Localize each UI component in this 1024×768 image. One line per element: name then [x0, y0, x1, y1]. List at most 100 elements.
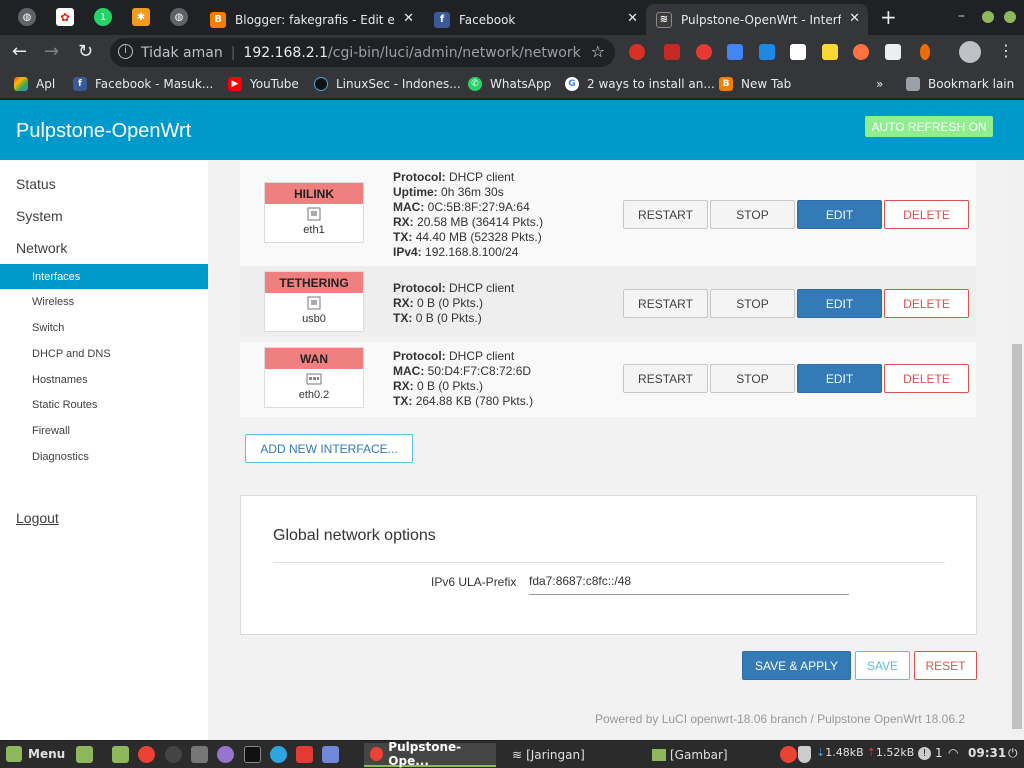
- power-icon[interactable]: ⏻: [1008, 746, 1018, 761]
- save-apply-button[interactable]: SAVE & APPLY: [742, 651, 851, 680]
- clock[interactable]: 09:31: [968, 746, 1006, 760]
- back-icon[interactable]: ←: [12, 41, 27, 62]
- files-icon[interactable]: [112, 746, 129, 763]
- sidebar-item-status[interactable]: Status: [16, 176, 56, 192]
- avatar[interactable]: [959, 41, 981, 63]
- chrome-apps-icon[interactable]: ◍: [18, 8, 36, 26]
- delete-button[interactable]: DELETE: [884, 200, 969, 229]
- chrome-icon[interactable]: [138, 746, 155, 763]
- adblock-icon[interactable]: [629, 44, 645, 60]
- terminal-ghost-icon[interactable]: [191, 746, 208, 763]
- huawei-icon[interactable]: ✿: [56, 8, 74, 26]
- add-interface-button[interactable]: ADD NEW INTERFACE...: [245, 434, 413, 463]
- delete-button[interactable]: DELETE: [884, 364, 969, 393]
- new-tab-icon[interactable]: +: [880, 5, 897, 29]
- restart-button[interactable]: RESTART: [623, 200, 708, 229]
- edit-button[interactable]: EDIT: [797, 364, 882, 393]
- bookmark-linuxsec[interactable]: LinuxSec - Indones...: [314, 77, 461, 91]
- forward-icon[interactable]: →: [44, 41, 59, 62]
- tab-blogger[interactable]: B Blogger: fakegrafis - Edit ent ✕: [200, 4, 422, 35]
- save-button[interactable]: SAVE: [855, 651, 910, 680]
- auto-refresh-toggle[interactable]: AUTO REFRESH ON: [865, 116, 993, 137]
- ula-prefix-input[interactable]: fda7:8687:c8fc::/48: [529, 571, 849, 595]
- clipboard-icon[interactable]: [885, 44, 901, 60]
- flash-icon[interactable]: [664, 44, 680, 60]
- bookmark-youtube[interactable]: ▶ YouTube: [228, 77, 299, 91]
- scrollbar-thumb[interactable]: [1012, 344, 1022, 729]
- sidebar-item-hostnames[interactable]: Hostnames: [0, 367, 208, 392]
- stop-button[interactable]: STOP: [710, 289, 795, 318]
- task-network[interactable]: ≋ [Jaringan]: [506, 743, 636, 767]
- bookmark-apps[interactable]: Apl: [14, 77, 55, 91]
- tab-facebook[interactable]: f Facebook ✕: [424, 4, 646, 35]
- notifications[interactable]: ! 1: [918, 746, 943, 760]
- sidebar-item-diagnostics[interactable]: Diagnostics: [0, 444, 208, 469]
- game-icon[interactable]: [296, 746, 313, 763]
- delete-button[interactable]: DELETE: [884, 289, 969, 318]
- sidebar-item-system[interactable]: System: [16, 208, 63, 224]
- infinity-icon[interactable]: [853, 44, 869, 60]
- terminal-icon[interactable]: [244, 746, 261, 763]
- restart-button[interactable]: RESTART: [623, 364, 708, 393]
- font-icon[interactable]: [790, 44, 806, 60]
- minimize-icon[interactable]: –: [958, 8, 965, 24]
- page-scrollbar[interactable]: [1010, 160, 1024, 740]
- restart-button[interactable]: RESTART: [623, 289, 708, 318]
- opera-icon[interactable]: [696, 44, 712, 60]
- edit-button[interactable]: EDIT: [797, 200, 882, 229]
- whatsapp-icon[interactable]: 1: [94, 8, 112, 26]
- tab-pulpstone[interactable]: ≋ Pulpstone-OpenWrt - Interfa ✕: [646, 4, 868, 35]
- maximize-icon[interactable]: [982, 11, 994, 23]
- sidebar-item-interfaces[interactable]: Interfaces: [0, 264, 208, 289]
- stop-button[interactable]: STOP: [710, 364, 795, 393]
- star-icon[interactable]: ☆: [591, 42, 605, 61]
- other-bookmarks[interactable]: Bookmark lain: [906, 77, 1014, 91]
- info-value: DHCP client: [449, 281, 515, 295]
- telegram-icon[interactable]: [270, 746, 287, 763]
- close-icon[interactable]: ✕: [403, 11, 414, 26]
- menu-button[interactable]: Menu: [6, 746, 65, 762]
- sidebar-item-firewall[interactable]: Firewall: [0, 418, 208, 443]
- wifi-icon[interactable]: ◠: [948, 746, 958, 760]
- webcam-icon[interactable]: [217, 746, 234, 763]
- reload-icon[interactable]: ↻: [78, 41, 93, 62]
- reset-button[interactable]: RESET: [914, 651, 977, 680]
- close-icon[interactable]: ✕: [849, 11, 860, 26]
- info-key: RX:: [393, 296, 414, 310]
- bookmark-google[interactable]: G 2 ways to install an...: [565, 77, 715, 91]
- bookmark-whatsapp[interactable]: ✆ WhatsApp: [468, 77, 551, 91]
- sidebar-item-static-routes[interactable]: Static Routes: [0, 392, 208, 417]
- extension-puzzle-icon[interactable]: ✱: [132, 8, 150, 26]
- edit-button[interactable]: EDIT: [797, 289, 882, 318]
- google-translate-icon[interactable]: [727, 44, 743, 60]
- logout-link[interactable]: Logout: [16, 510, 59, 526]
- bookmark-label: Apl: [36, 77, 56, 91]
- close-icon[interactable]: ✕: [627, 11, 638, 26]
- bookmarks-overflow[interactable]: »: [876, 77, 883, 91]
- bookmarks-bar: Apl f Facebook - Masuk... ▶ YouTube Linu…: [0, 70, 1024, 99]
- task-images[interactable]: [Gambar]: [646, 743, 776, 767]
- shield-icon[interactable]: [798, 746, 811, 763]
- show-desktop-icon[interactable]: [76, 746, 93, 763]
- interface-info: Protocol: DHCP client MAC: 50:D4:F7:C8:7…: [393, 349, 533, 409]
- menu-icon[interactable]: ⋮: [998, 41, 1014, 60]
- address-bar[interactable]: i Tidak aman | 192.168.2.1 /cgi-bin/luci…: [110, 38, 615, 67]
- stop-button[interactable]: STOP: [710, 200, 795, 229]
- bookmark-facebook[interactable]: f Facebook - Masuk...: [73, 77, 213, 91]
- extension-icon[interactable]: [920, 44, 930, 60]
- brand-title[interactable]: Pulpstone-OpenWrt: [16, 120, 191, 143]
- sidebar-item-switch[interactable]: Switch: [0, 315, 208, 340]
- inkscape-icon[interactable]: [165, 746, 182, 763]
- plane-icon[interactable]: [759, 44, 775, 60]
- discord-icon[interactable]: [322, 746, 339, 763]
- info-icon[interactable]: i: [118, 44, 133, 59]
- close-window-icon[interactable]: [1004, 11, 1016, 23]
- globe-icon[interactable]: ◍: [170, 8, 188, 26]
- chrome-tray-icon[interactable]: [780, 746, 797, 763]
- task-browser[interactable]: Pulpstone-Ope...: [364, 740, 496, 768]
- bookmark-star-icon[interactable]: [822, 44, 838, 60]
- sidebar-item-dhcp-dns[interactable]: DHCP and DNS: [0, 341, 208, 366]
- bookmark-newtab[interactable]: B New Tab: [719, 77, 791, 91]
- sidebar-item-network[interactable]: Network: [16, 240, 67, 256]
- sidebar-item-wireless[interactable]: Wireless: [0, 289, 208, 314]
